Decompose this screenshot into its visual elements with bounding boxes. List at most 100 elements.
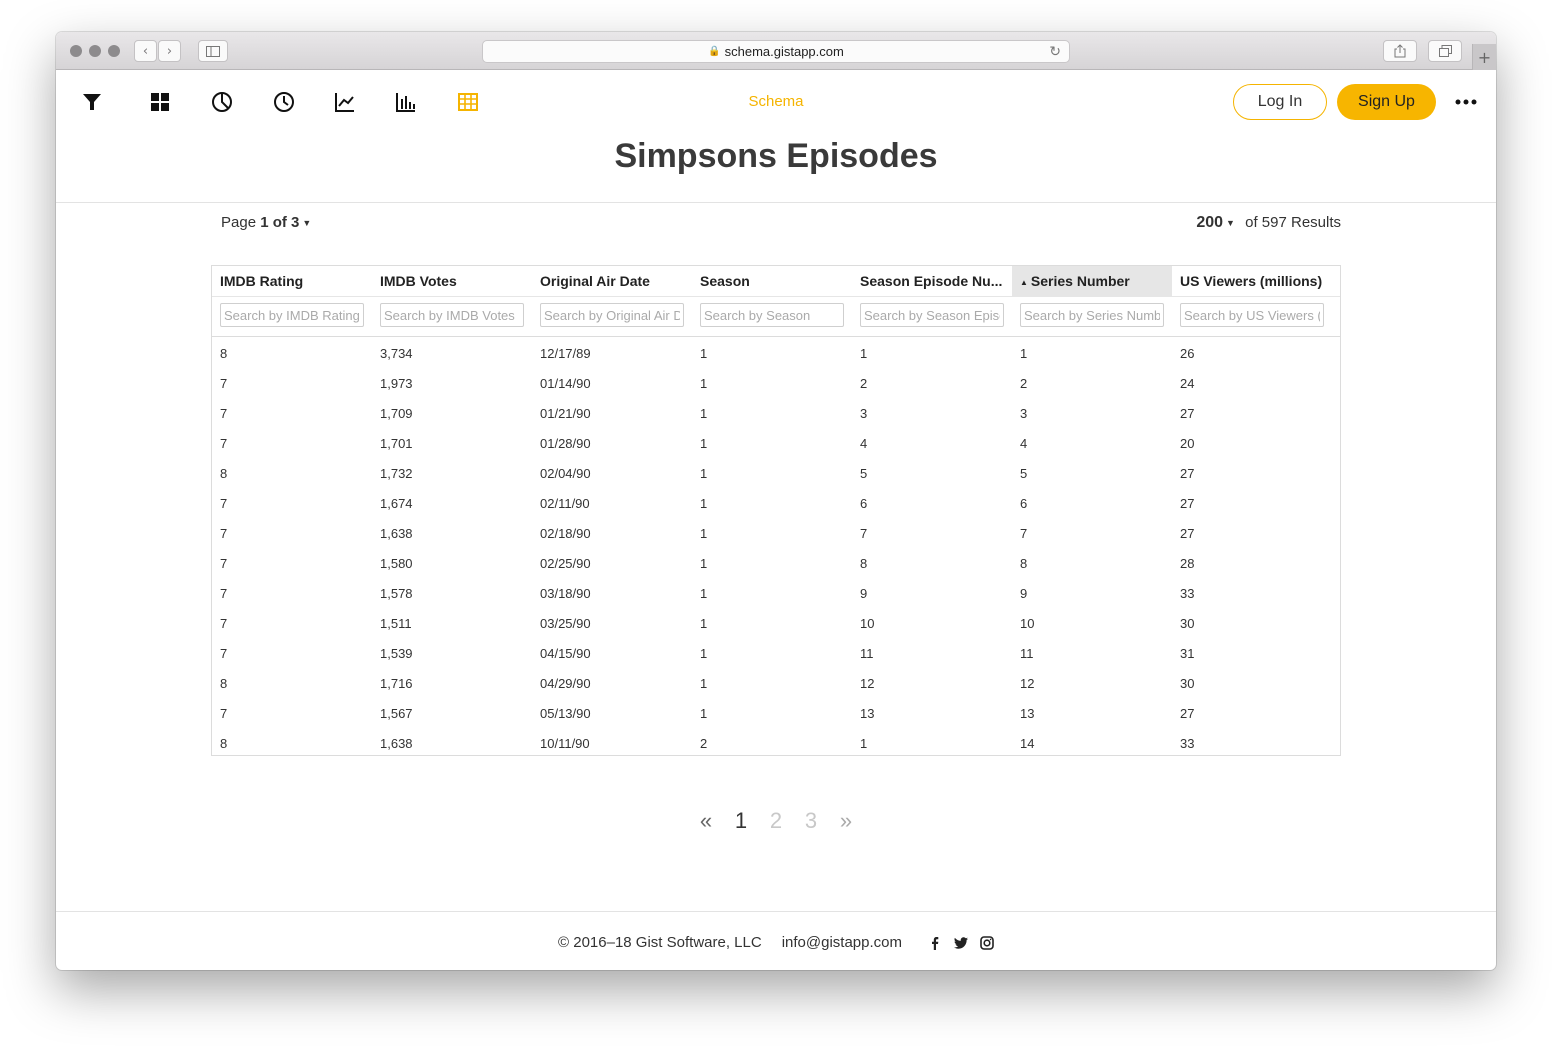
search-original-air-date-input[interactable] [540, 303, 684, 327]
pagination-page-3[interactable]: 3 [794, 808, 829, 834]
pagination-page-2[interactable]: 2 [759, 808, 794, 834]
table-cell: 33 [1180, 585, 1195, 601]
column-label: Season Episode Nu... [860, 273, 1003, 289]
table-row[interactable]: 7 1,709 01/21/90 1 3 3 27 [212, 398, 1340, 428]
column-header-series-number[interactable]: ▲ Series Number [1012, 266, 1172, 296]
table-row[interactable]: 8 3,734 12/17/89 1 1 1 26 [212, 338, 1340, 368]
page-size-selector[interactable]: 200 ▼ [1196, 214, 1235, 231]
search-season-episode-number-input[interactable] [860, 303, 1004, 327]
sidebar-icon [206, 45, 220, 57]
chevron-right-icon: › [166, 43, 173, 59]
table-row[interactable]: 7 1,701 01/28/90 1 4 4 20 [212, 428, 1340, 458]
table-cell: 7 [220, 495, 228, 511]
column-filters [212, 297, 1340, 337]
table-cell: 3,734 [380, 345, 413, 361]
search-us-viewers-input[interactable] [1180, 303, 1324, 327]
column-header-original-air-date[interactable]: Original Air Date [532, 266, 692, 296]
table-cell: 7 [220, 705, 228, 721]
table-row[interactable]: 8 1,638 10/11/90 2 1 14 33 [212, 728, 1340, 755]
table-row[interactable]: 8 1,716 04/29/90 1 12 12 30 [212, 668, 1340, 698]
table-cell: 04/29/90 [540, 675, 591, 691]
table-cell: 8 [220, 735, 228, 751]
close-window-icon[interactable] [70, 45, 82, 57]
table-cell: 1,578 [380, 585, 413, 601]
table-cell: 5 [860, 465, 868, 481]
maximize-window-icon[interactable] [108, 45, 120, 57]
table-row[interactable]: 7 1,638 02/18/90 1 7 7 27 [212, 518, 1340, 548]
table-cell: 01/28/90 [540, 435, 591, 451]
table-cell: 03/18/90 [540, 585, 591, 601]
table-row[interactable]: 7 1,539 04/15/90 1 11 11 31 [212, 638, 1340, 668]
table-row[interactable]: 7 1,674 02/11/90 1 6 6 27 [212, 488, 1340, 518]
search-imdb-rating-input[interactable] [220, 303, 364, 327]
column-label: Series Number [1030, 273, 1130, 289]
caret-down-icon: ▼ [302, 218, 312, 229]
search-imdb-votes-input[interactable] [380, 303, 524, 327]
column-header-imdb-votes[interactable]: IMDB Votes [372, 266, 532, 296]
table-cell: 11 [1020, 645, 1034, 661]
table-cell: 7 [860, 525, 868, 541]
table-cell: 4 [860, 435, 868, 451]
table-cell: 1,674 [380, 495, 413, 511]
signup-button[interactable]: Sign Up [1337, 84, 1436, 120]
pagination-page-1[interactable]: 1 [724, 808, 759, 834]
table-cell: 20 [1180, 435, 1195, 451]
table-cell: 7 [220, 555, 228, 571]
search-series-number-input[interactable] [1020, 303, 1164, 327]
table-cell: 2 [860, 375, 868, 391]
sort-ascending-icon: ▲ [1020, 277, 1028, 287]
table-cell: 27 [1180, 405, 1195, 421]
page-size-value: 200 [1196, 214, 1224, 231]
table-row[interactable]: 7 1,580 02/25/90 1 8 8 28 [212, 548, 1340, 578]
table-cell: 1 [1020, 345, 1028, 361]
reload-icon[interactable]: ↻ [1049, 43, 1061, 60]
table-cell: 7 [220, 525, 228, 541]
header-divider [56, 202, 1496, 203]
login-button[interactable]: Log In [1233, 84, 1327, 120]
table-row[interactable]: 8 1,732 02/04/90 1 5 5 27 [212, 458, 1340, 488]
new-tab-button[interactable]: + [1472, 44, 1496, 70]
instagram-icon[interactable] [980, 935, 994, 950]
table-cell: 8 [860, 555, 868, 571]
table-cell: 1,638 [380, 735, 413, 751]
minimize-window-icon[interactable] [89, 45, 101, 57]
pagination-next-button[interactable]: » [829, 808, 864, 834]
footer-divider [56, 911, 1496, 912]
table-row[interactable]: 7 1,567 05/13/90 1 13 13 27 [212, 698, 1340, 728]
tabs-overview-button[interactable] [1428, 40, 1462, 62]
table-body: 8 3,734 12/17/89 1 1 1 26 7 1,973 01/14/90 1 2 2 24 7 1… [212, 337, 1340, 755]
table-cell: 1 [700, 405, 708, 421]
more-options-icon[interactable] [1454, 92, 1478, 112]
page-selector[interactable]: Page 1 of 3 ▼ [221, 214, 311, 231]
column-header-season-episode-number[interactable]: Season Episode Nu... [852, 266, 1012, 296]
table-row[interactable]: 7 1,511 03/25/90 1 10 10 30 [212, 608, 1340, 638]
page-prefix: Page [221, 214, 257, 231]
column-header-us-viewers[interactable]: US Viewers (millions) [1172, 266, 1332, 296]
table-cell: 1,511 [380, 615, 412, 631]
pagination: « 1 2 3 » [56, 808, 1496, 834]
column-header-season[interactable]: Season [692, 266, 852, 296]
table-cell: 9 [860, 585, 868, 601]
twitter-icon[interactable] [953, 936, 968, 950]
facebook-icon[interactable] [928, 936, 942, 950]
contact-email-link[interactable]: info@gistapp.com [782, 934, 902, 951]
column-header-imdb-rating[interactable]: IMDB Rating [212, 266, 372, 296]
column-label: IMDB Votes [380, 273, 457, 289]
table-row[interactable]: 7 1,973 01/14/90 1 2 2 24 [212, 368, 1340, 398]
table-cell: 13 [1020, 705, 1035, 721]
search-season-input[interactable] [700, 303, 844, 327]
lock-icon: 🔒 [708, 46, 721, 57]
table-cell: 8 [220, 675, 228, 691]
address-bar[interactable]: 🔒 schema.gistapp.com ↻ [482, 40, 1070, 63]
table-cell: 04/15/90 [540, 645, 591, 661]
pagination-prev-button[interactable]: « [689, 808, 724, 834]
table-cell: 10 [1020, 615, 1035, 631]
back-button[interactable]: ‹ [134, 40, 157, 62]
forward-button[interactable]: › [158, 40, 181, 62]
share-button[interactable] [1383, 40, 1417, 62]
column-label: Season [700, 273, 750, 289]
table-cell: 1 [700, 345, 708, 361]
sidebar-toggle-button[interactable] [198, 40, 228, 62]
table-row[interactable]: 7 1,578 03/18/90 1 9 9 33 [212, 578, 1340, 608]
page-value: 1 of 3 [260, 214, 300, 231]
